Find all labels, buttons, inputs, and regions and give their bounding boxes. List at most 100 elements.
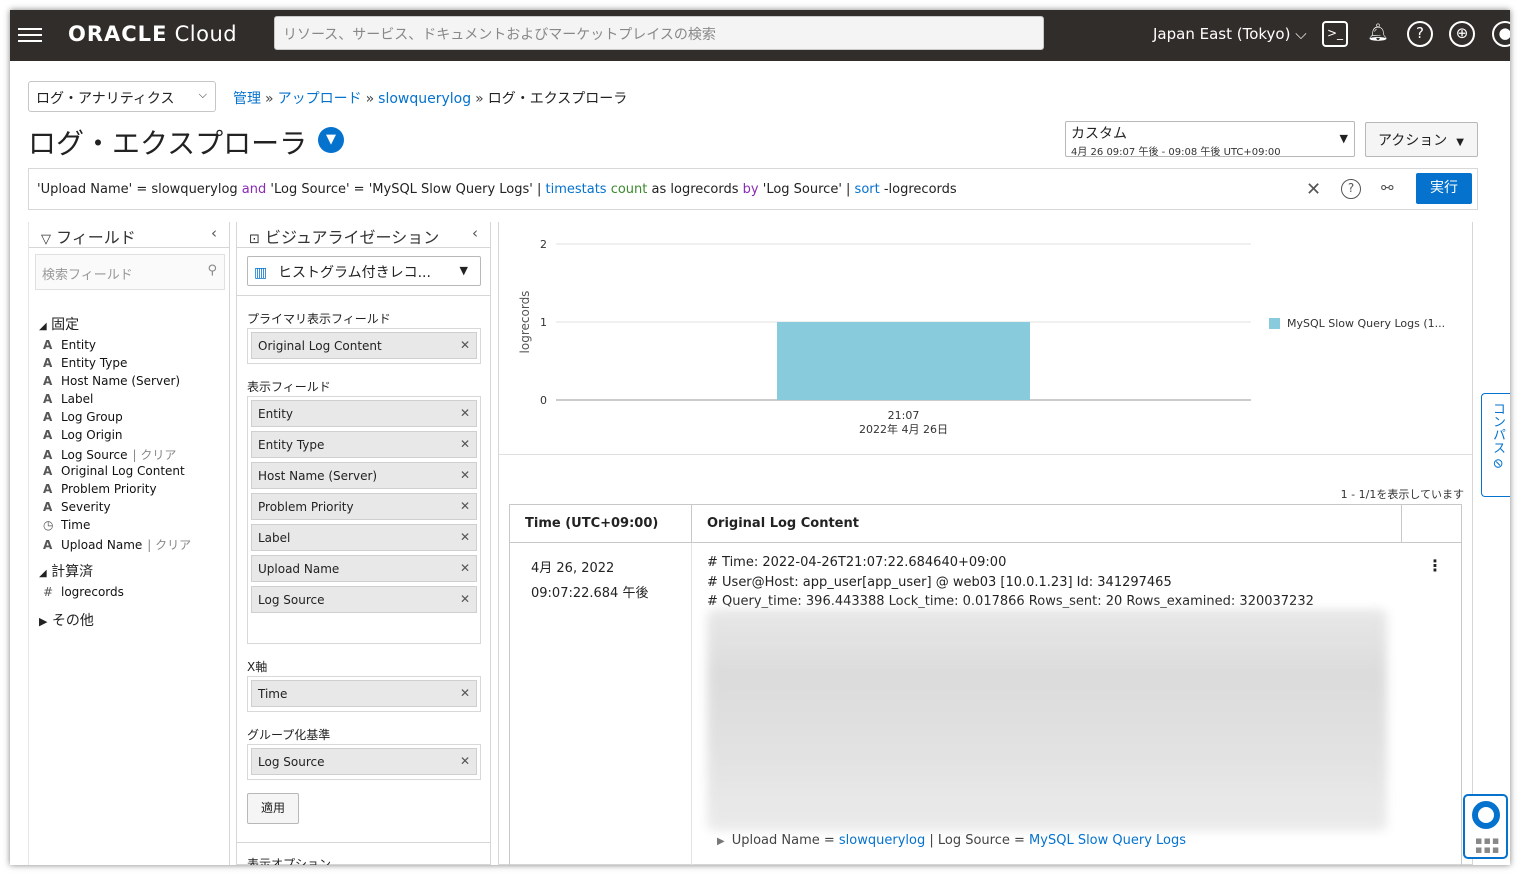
string-type-icon: A — [43, 500, 53, 514]
remove-icon[interactable]: ✕ — [460, 592, 470, 606]
field-host-name[interactable]: A Host Name (Server) — [43, 374, 180, 388]
field-entity-type[interactable]: A Entity Type — [43, 356, 127, 370]
string-type-icon: A — [43, 428, 53, 442]
display-options-label[interactable]: 表示オプション — [247, 855, 331, 865]
remove-icon[interactable]: ✕ — [460, 499, 470, 513]
field-label[interactable]: A Label — [43, 392, 93, 406]
menu-icon[interactable] — [18, 24, 42, 44]
collapse-icon[interactable]: ‹ — [211, 224, 217, 242]
breadcrumb-separator: » — [475, 91, 484, 107]
field-time[interactable]: ◷ Time — [43, 518, 90, 532]
field-pill[interactable]: Problem Priority ✕ — [251, 493, 477, 520]
field-upload-name[interactable]: A Upload Name | クリア — [43, 536, 191, 553]
globe-icon[interactable]: ⊕ — [1449, 21, 1475, 47]
actions-button[interactable]: アクション ▼ — [1365, 122, 1478, 157]
share-icon[interactable]: ⚯ — [1381, 179, 1394, 197]
field-original-log-content[interactable]: A Original Log Content — [43, 464, 185, 478]
service-select[interactable]: ログ・アナリティクス ⌵ — [28, 81, 216, 112]
x-axis-label: X軸 — [247, 660, 268, 674]
x-axis-dropzone[interactable]: Time ✕ — [247, 676, 481, 712]
field-pill[interactable]: Entity Type ✕ — [251, 431, 477, 458]
visualization-type-select[interactable]: ▥ ヒストグラム付きレコ... ▼ — [247, 256, 481, 286]
field-pill[interactable]: Upload Name ✕ — [251, 555, 477, 582]
grid-dots-icon: ▪▪▪ ▪▪▪ — [1475, 834, 1501, 856]
row-time: 09:07:22.684 午後 — [531, 586, 649, 601]
remove-icon[interactable]: ✕ — [460, 468, 470, 482]
string-type-icon: A — [43, 356, 53, 370]
field-log-origin[interactable]: A Log Origin — [43, 428, 123, 442]
region-selector[interactable]: Japan East (Tokyo) ⌵ — [1153, 25, 1307, 43]
help-icon[interactable]: ? — [1407, 21, 1433, 47]
breadcrumb-slowquerylog[interactable]: slowquerylog — [378, 91, 471, 107]
table-row[interactable]: 4月 26, 2022 09:07:22.684 午後 # Time: 2022… — [510, 543, 1461, 865]
remove-icon[interactable]: ✕ — [460, 338, 470, 352]
group-other[interactable]: ▶ その他 — [39, 610, 94, 630]
remove-icon[interactable]: ✕ — [460, 530, 470, 544]
clear-query-icon[interactable]: ✕ — [1306, 179, 1321, 200]
column-header-content[interactable]: Original Log Content — [692, 505, 1402, 542]
field-log-group[interactable]: A Log Group — [43, 410, 123, 424]
group-by-dropzone[interactable]: Log Source ✕ — [247, 744, 481, 780]
top-navigation-bar: ORACLE Cloud リソース、サービス、ドキュメントおよびマーケットプレイ… — [10, 10, 1510, 61]
query-input[interactable]: 'Upload Name' = slowquerylog and 'Log So… — [37, 182, 957, 197]
field-log-source[interactable]: A Log Source | クリア — [43, 446, 176, 463]
oracle-cloud-logo[interactable]: ORACLE Cloud — [68, 22, 237, 46]
log-source-link[interactable]: MySQL Slow Query Logs — [1029, 833, 1186, 848]
breadcrumb-separator: » — [365, 91, 375, 107]
global-search-input[interactable]: リソース、サービス、ドキュメントおよびマーケットプレイスの検索 — [274, 16, 1044, 50]
string-type-icon: A — [43, 338, 53, 352]
breadcrumb-admin[interactable]: 管理 — [233, 91, 261, 107]
field-search-input[interactable]: 検索フィールド ⚲ — [35, 254, 225, 290]
filter-icon[interactable]: ▼ — [318, 127, 344, 153]
field-pill[interactable]: Log Source ✕ — [251, 586, 477, 613]
upload-name-link[interactable]: slowquerylog — [839, 833, 925, 848]
breadcrumb-upload[interactable]: アップロード — [278, 91, 362, 107]
field-pill[interactable]: Log Source ✕ — [251, 748, 477, 775]
primary-field-dropzone[interactable]: Original Log Content ✕ — [247, 328, 481, 364]
expand-triangle-icon[interactable]: ▶ — [717, 836, 732, 847]
field-pill[interactable]: Label ✕ — [251, 524, 477, 551]
field-pill[interactable]: Time ✕ — [251, 680, 477, 707]
query-help-icon[interactable]: ? — [1341, 179, 1361, 199]
apply-button[interactable]: 適用 — [247, 793, 299, 824]
remove-icon[interactable]: ✕ — [460, 437, 470, 451]
profile-icon[interactable]: ● — [1492, 21, 1510, 47]
remove-icon[interactable]: ✕ — [460, 406, 470, 420]
column-header-time[interactable]: Time (UTC+09:00) — [510, 505, 692, 542]
compass-tab[interactable]: コンパス ⊘ — [1481, 393, 1510, 497]
row-menu-icon[interactable]: ⋮ — [1427, 556, 1443, 575]
display-fields-dropzone[interactable]: Entity ✕ Entity Type ✕ Host Name (Server) ✕… — [247, 396, 481, 644]
caret-down-icon: ▼ — [1339, 132, 1348, 145]
clear-filter-link[interactable]: | クリア — [142, 538, 191, 552]
log-line: # Time: 2022-04-26T21:07:22.684640+09:00 — [707, 555, 1007, 570]
field-pill[interactable]: Original Log Content ✕ — [251, 332, 477, 359]
clock-icon: ◷ — [43, 518, 54, 532]
table-header: Time (UTC+09:00) Original Log Content — [510, 505, 1461, 543]
group-fixed[interactable]: ◢ 固定 — [39, 314, 79, 334]
remove-icon[interactable]: ✕ — [460, 686, 470, 700]
time-range-select[interactable]: カスタム 4月 26 09:07 午後 - 09:08 午後 UTC+09:00… — [1065, 121, 1355, 158]
collapse-icon[interactable]: ‹ — [472, 224, 478, 242]
time-range-label: カスタム — [1071, 126, 1127, 142]
group-calculated[interactable]: ◢ 計算済 — [39, 561, 93, 581]
remove-icon[interactable]: ✕ — [460, 561, 470, 575]
field-entity[interactable]: A Entity — [43, 338, 96, 352]
field-problem-priority[interactable]: A Problem Priority — [43, 482, 157, 496]
primary-field-label: プライマリ表示フィールド — [247, 312, 391, 326]
query-bar: 'Upload Name' = slowquerylog and 'Log So… — [28, 168, 1478, 210]
row-date: 4月 26, 2022 — [531, 561, 615, 576]
field-pill[interactable]: Entity ✕ — [251, 400, 477, 427]
bell-icon[interactable]: 🔔︎ — [1365, 21, 1391, 47]
viz-settings-scroll[interactable]: プライマリ表示フィールド Original Log Content ✕ 表示フィー… — [237, 295, 490, 865]
cloud-shell-icon[interactable]: >_ — [1322, 21, 1348, 47]
remove-icon[interactable]: ✕ — [460, 754, 470, 768]
clear-filter-link[interactable]: | クリア — [127, 448, 176, 462]
fields-panel-title: フィールド — [56, 228, 136, 247]
help-lifebuoy-button[interactable]: ▪▪▪ ▪▪▪ — [1463, 794, 1508, 859]
field-severity[interactable]: A Severity — [43, 500, 111, 514]
field-pill[interactable]: Host Name (Server) ✕ — [251, 462, 477, 489]
chart-canvas: 0 1 2 logrecords 21:072022年 4月 26日 MySQL Slow… — [518, 238, 1445, 436]
field-logrecords[interactable]: # logrecords — [43, 585, 124, 599]
run-button[interactable]: 実行 — [1416, 173, 1472, 204]
compass-label: コンパス — [1490, 402, 1505, 454]
